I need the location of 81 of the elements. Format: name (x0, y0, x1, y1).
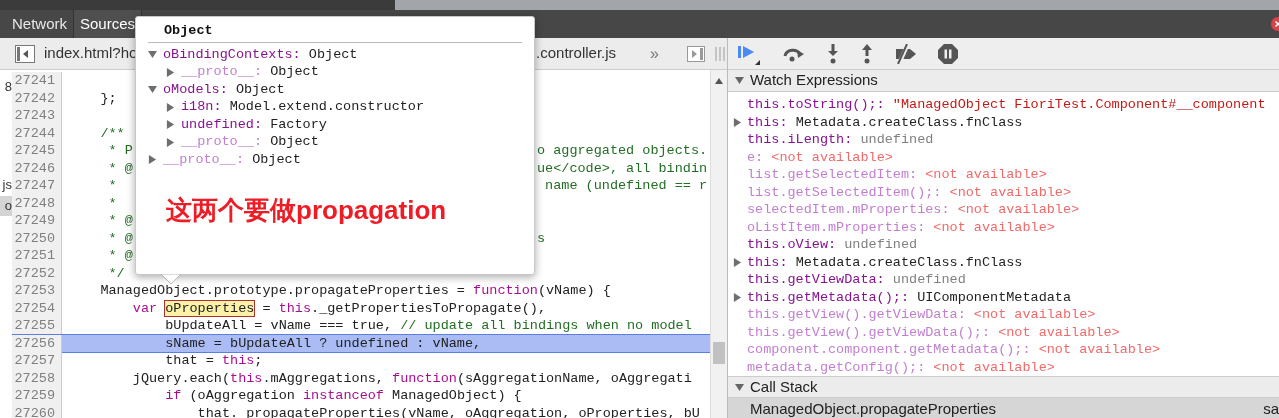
code-comment: ue</code>, all bindin (537, 159, 708, 177)
line-number[interactable]: 27255 (12, 317, 62, 335)
file-name[interactable]: 8 (0, 77, 12, 97)
code-line: * P (107, 142, 133, 160)
code-line: var oProperties = this._getPropertiesToPropagate(), (131, 299, 546, 317)
watch-expression[interactable]: this.getMetadata();: UIComponentMetadata (747, 288, 1072, 306)
scrollbar[interactable] (710, 70, 727, 418)
watch-expression[interactable]: this.oView: undefined (747, 236, 918, 254)
line-number[interactable]: 27257 (12, 352, 62, 370)
watch-expression[interactable]: selectedItem.mProperties: <not available> (747, 201, 1080, 219)
line-number[interactable]: 27251 (12, 247, 62, 265)
code-line: * @ (107, 212, 133, 230)
watch-expression[interactable]: this.getView().getViewData();: <not available> (747, 323, 1120, 341)
watch-expression[interactable]: metadata.getConfig();: <not available> (747, 358, 1055, 376)
code-line: ManagedObject.prototype.propagateProperties = function(vName) { (99, 282, 611, 300)
section-header[interactable]: Call Stack (728, 376, 1279, 398)
watch-expression[interactable]: this.toString();: "ManagedObject FioriTest.Component#__component (747, 96, 1266, 114)
collapsed-triangle-icon[interactable] (733, 292, 742, 302)
scrollbar-thumb[interactable] (713, 342, 725, 364)
code-comment: o aggregated objects. (537, 142, 708, 160)
pause-icon[interactable] (938, 43, 958, 64)
step-out-icon[interactable] (860, 43, 874, 64)
line-number[interactable]: 27253 (12, 282, 62, 300)
watch-expression[interactable]: this.getViewData: undefined (747, 271, 966, 289)
scroll-up-icon[interactable] (715, 78, 723, 84)
watch-expression[interactable]: this.iLength: undefined (747, 131, 934, 149)
panel-toggle-icon[interactable] (687, 45, 705, 62)
code-line: /** (99, 124, 125, 142)
file-name[interactable]: o (0, 196, 12, 216)
more-tabs-button[interactable]: » (650, 41, 659, 66)
expanded-triangle-icon[interactable] (148, 50, 157, 60)
code-line: jQuery.each(this.mAggregations, function(sAggregationName, oAggregati (131, 369, 692, 387)
line-number[interactable]: 27247 (12, 177, 62, 195)
line-number[interactable]: 27241 (12, 72, 62, 90)
line-number[interactable]: 27243 (12, 107, 62, 125)
code-line: */ (107, 264, 125, 282)
watch-expression[interactable]: list.getSelectedItem();: <not available> (747, 183, 1072, 201)
code-line: * (107, 177, 117, 195)
file-tab[interactable]: index.html?ho (44, 42, 138, 65)
code-line: sName = bUpdateAll ? undefined : vName, (164, 334, 482, 352)
annotation-text: 这两个要做propagation (166, 194, 447, 225)
drag-handle-icon[interactable] (715, 45, 725, 62)
code-comment: name (undefined == r (544, 177, 708, 195)
code-line: * (107, 194, 117, 212)
section-title: Watch Expressions (750, 70, 878, 91)
watch-expression[interactable]: oListItem.mProperties: <not available> (747, 218, 1055, 236)
code-line: * @ (107, 229, 133, 247)
expand-triangle-icon[interactable] (735, 382, 744, 392)
line-number[interactable]: 27245 (12, 142, 62, 160)
line-number[interactable]: 27249 (12, 212, 62, 230)
expanded-triangle-icon[interactable] (148, 85, 157, 95)
expand-triangle-icon[interactable] (735, 76, 744, 85)
code-line: * @ (107, 159, 133, 177)
panel-tab[interactable]: Sources (74, 10, 143, 38)
watch-expression[interactable]: this.getView().getViewData: <not available> (747, 306, 1096, 324)
deactivate-breakpoints-icon[interactable] (894, 43, 918, 64)
code-line: that = this; (164, 352, 263, 370)
watch-expression[interactable]: this: Metadata.createClass.fnClass (747, 113, 1023, 131)
watch-expression[interactable]: list.getSelectedItem: <not available> (747, 166, 1047, 184)
line-number[interactable]: 27256 (12, 334, 62, 352)
popover-title: Object (148, 17, 522, 43)
section-title: Call Stack (750, 376, 818, 397)
code-line: if (oAggregation instanceof ManagedObject) { (164, 387, 522, 405)
watch-expression[interactable]: component.component.getMetadata();: <not available> (747, 341, 1161, 359)
code-line: bUpdateAll = vName === true, // update all bindings when no model (164, 317, 692, 335)
code-line: }; (99, 89, 117, 107)
file-tab[interactable]: .controller.js (536, 42, 617, 65)
collapsed-triangle-icon[interactable] (733, 117, 742, 127)
call-frame[interactable]: ManagedObject.propagateProperties sa (728, 398, 1279, 418)
property-entry[interactable]: oBindingContexts: Object (163, 44, 358, 65)
watch-expression[interactable]: this: Metadata.createClass.fnClass (747, 253, 1023, 271)
section-header[interactable]: Watch Expressions (728, 70, 1279, 92)
collapsed-triangle-icon[interactable] (733, 257, 742, 267)
line-number[interactable]: 27259 (12, 387, 62, 405)
code-comment: s (537, 229, 546, 247)
sidebar-toggle-icon[interactable] (15, 44, 35, 63)
file-name[interactable]: js (0, 174, 12, 194)
collapsed-triangle-icon[interactable] (166, 67, 175, 77)
step-into-icon[interactable] (826, 43, 840, 64)
code-line: * @ (107, 247, 133, 265)
watch-expression[interactable]: e: <not available> (747, 148, 893, 166)
